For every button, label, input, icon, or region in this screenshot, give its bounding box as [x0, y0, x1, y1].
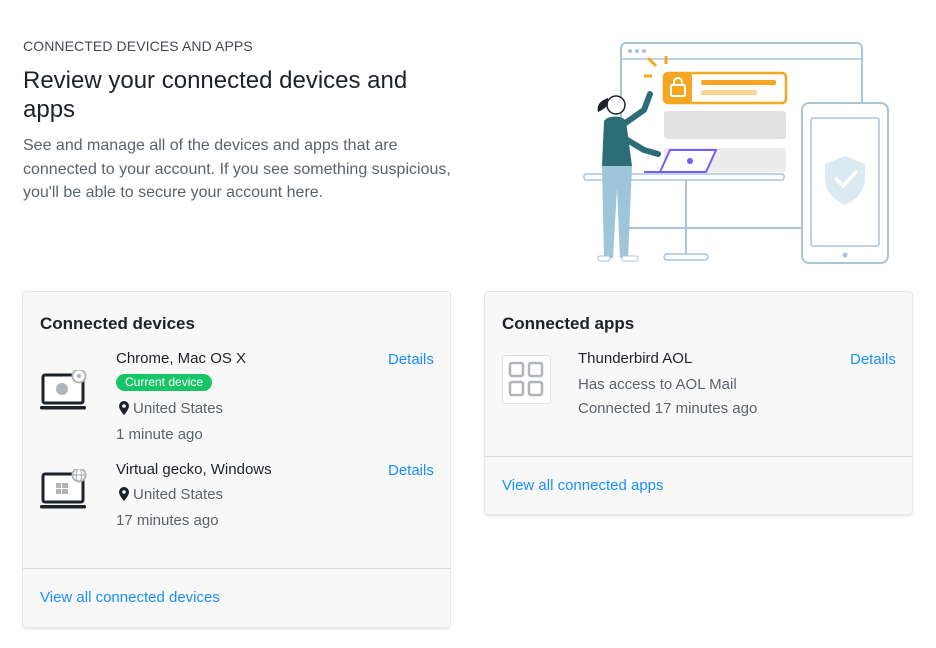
- laptop-globe-windows-icon: [39, 467, 89, 513]
- device-location: United States: [133, 400, 224, 417]
- laptop-chrome-apple-icon: [39, 368, 89, 414]
- device-location: United States: [133, 486, 224, 503]
- view-all-apps-link[interactable]: View all connected apps: [502, 477, 664, 494]
- app-access: Has access to AOL Mail: [578, 376, 737, 393]
- card-title-devices: Connected devices: [40, 314, 195, 333]
- page-description: See and manage all of the devices and ap…: [23, 137, 451, 201]
- card-divider: [23, 568, 450, 569]
- app-connected-time: Connected 17 minutes ago: [578, 400, 758, 417]
- card-title-apps: Connected apps: [502, 314, 635, 333]
- device-last-seen: 17 minutes ago: [116, 512, 219, 529]
- hero-illustration: [578, 38, 894, 268]
- connected-apps-card: Connected apps Thunderbird AOL Has acces…: [485, 292, 912, 514]
- connected-devices-card: Connected devices Chrome, Mac OS X Curre…: [23, 292, 450, 627]
- location-pin-icon: [119, 487, 129, 501]
- app-name: Thunderbird AOL: [578, 350, 693, 367]
- device-details-link[interactable]: Details: [388, 462, 434, 479]
- current-device-badge: Current device: [116, 374, 213, 391]
- device-details-link[interactable]: Details: [388, 351, 434, 368]
- view-all-devices-link[interactable]: View all connected devices: [40, 589, 220, 606]
- app-details-link[interactable]: Details: [850, 351, 896, 368]
- page-title: Review your connected devices and apps: [23, 67, 408, 123]
- device-last-seen: 1 minute ago: [116, 426, 203, 443]
- device-name: Chrome, Mac OS X: [116, 350, 247, 367]
- location-pin-icon: [119, 401, 129, 415]
- card-divider: [485, 456, 912, 457]
- page-eyebrow: CONNECTED DEVICES AND APPS: [23, 38, 253, 54]
- app-grid-icon: [502, 355, 551, 404]
- device-name: Virtual gecko, Windows: [116, 461, 272, 478]
